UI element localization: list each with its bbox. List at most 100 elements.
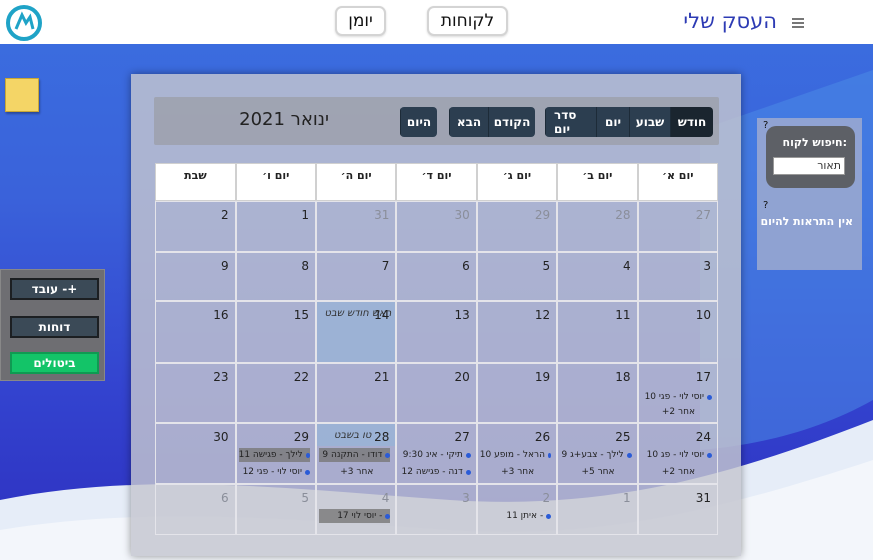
- day-number: 15: [293, 308, 309, 322]
- day-cell[interactable]: 26 10 הראל - מופע +3 אחר: [476, 423, 558, 484]
- day-number: 4: [381, 491, 390, 505]
- view-button-group: סדר יום יום שבוע חודש: [545, 107, 713, 137]
- day-cell[interactable]: 25 9 לילך - צבע+ג +5 אחר: [557, 423, 638, 484]
- event-dot-icon: [706, 452, 712, 458]
- event-item[interactable]: 9 לילך - צבע+ג: [560, 448, 632, 462]
- event-text: 10 הראל - מופע: [479, 450, 546, 460]
- client-search-input[interactable]: תאור: [773, 157, 845, 175]
- day-cell[interactable]: 20: [396, 363, 477, 423]
- event-item[interactable]: 12 דנה - פגישה: [399, 465, 471, 479]
- day-cell[interactable]: 5: [476, 252, 558, 301]
- day-number: 1: [301, 208, 309, 222]
- day-cell[interactable]: 3: [396, 484, 477, 535]
- event-text: 9 לילך - צבע+ג: [561, 450, 624, 460]
- day-cell[interactable]: 1: [557, 484, 638, 535]
- day-cell[interactable]: ראש חודש שבט 14: [316, 301, 397, 363]
- day-cell[interactable]: 29: [476, 201, 558, 252]
- next-button[interactable]: הבא: [449, 107, 488, 137]
- day-cell[interactable]: 27 9:30 תיקי - אינ 12 דנה - פגישה: [396, 423, 477, 484]
- add-worker-button[interactable]: עובד -+: [10, 278, 99, 300]
- day-cell[interactable]: 23: [155, 363, 236, 423]
- event-item[interactable]: 9 דודו - התקנה: [319, 448, 391, 462]
- event-text: 17 יוסי לוי -: [337, 511, 383, 521]
- weekday-header: יום ה׳: [316, 163, 397, 201]
- day-number: 24: [695, 430, 711, 444]
- day-cell[interactable]: 7: [316, 252, 397, 301]
- event-dot-icon: [548, 452, 552, 458]
- day-cell[interactable]: 21: [316, 363, 397, 423]
- day-cell[interactable]: 13: [396, 301, 477, 363]
- weekday-header: יום א׳: [637, 163, 718, 201]
- today-button[interactable]: היום: [400, 107, 437, 137]
- day-cell[interactable]: 11: [557, 301, 638, 363]
- day-cell[interactable]: 9: [155, 252, 236, 301]
- week-view-button[interactable]: שבוע: [629, 107, 670, 137]
- day-cell[interactable]: 4: [557, 252, 638, 301]
- event-dot-icon: [546, 513, 552, 519]
- day-cell[interactable]: 19: [476, 363, 558, 423]
- day-cell[interactable]: 6: [396, 252, 477, 301]
- event-item[interactable]: 12 יוסי לוי - פגי: [239, 465, 310, 479]
- alerts-help-icon[interactable]: ?: [763, 200, 768, 211]
- more-events-link[interactable]: +5 אחר: [581, 467, 614, 477]
- event-item[interactable]: 10 יוסי לוי - פגי: [641, 390, 712, 404]
- day-cell[interactable]: 17 10 יוסי לוי - פגי +2 אחר: [637, 363, 718, 423]
- day-cell[interactable]: 30: [155, 423, 236, 484]
- reports-button[interactable]: דוחות: [10, 316, 99, 338]
- event-dot-icon: [465, 469, 471, 475]
- day-cell[interactable]: 12: [476, 301, 558, 363]
- day-cell[interactable]: 8: [235, 252, 316, 301]
- day-cell[interactable]: 1: [235, 201, 316, 252]
- diary-nav-button[interactable]: יומן: [335, 6, 386, 36]
- day-cell[interactable]: טו בשבט 28 9 דודו - התקנה +3 אחר: [316, 423, 397, 484]
- month-view-button[interactable]: חודש: [670, 107, 713, 137]
- event-item[interactable]: 10 יוסי לוי - פג: [641, 448, 712, 462]
- menu-icon[interactable]: [792, 18, 804, 30]
- day-cell[interactable]: 6: [155, 484, 236, 535]
- day-cell[interactable]: 30: [396, 201, 477, 252]
- prev-button[interactable]: הקודם: [488, 107, 535, 137]
- day-cell[interactable]: 2 11 איתן -: [476, 484, 558, 535]
- clients-nav-button[interactable]: לקוחות: [427, 6, 508, 36]
- agenda-view-button[interactable]: סדר יום: [545, 107, 596, 137]
- event-item[interactable]: 10 הראל - מופע: [479, 448, 552, 462]
- event-item[interactable]: 17 יוסי לוי -: [319, 509, 391, 523]
- brand-title[interactable]: העסק שלי: [683, 9, 777, 33]
- day-number: 28: [374, 430, 390, 444]
- day-cell[interactable]: 4 17 יוסי לוי -: [316, 484, 397, 535]
- day-cell[interactable]: 24 10 יוסי לוי - פג +2 אחר: [637, 423, 718, 484]
- day-cell[interactable]: 2: [155, 201, 236, 252]
- day-cell[interactable]: 3: [637, 252, 718, 301]
- day-cell[interactable]: 22: [235, 363, 316, 423]
- day-cell[interactable]: 16: [155, 301, 236, 363]
- day-number: 3: [703, 259, 711, 273]
- day-number: 23: [213, 370, 229, 384]
- day-cell[interactable]: 31: [637, 484, 718, 535]
- day-cell[interactable]: 28: [557, 201, 638, 252]
- day-cell[interactable]: 31: [316, 201, 397, 252]
- day-number: 11: [615, 308, 631, 322]
- day-cell[interactable]: 10: [637, 301, 718, 363]
- more-events-link[interactable]: +3 אחר: [501, 467, 534, 477]
- day-cell[interactable]: 18: [557, 363, 638, 423]
- day-cell[interactable]: 29 11 לילך - פגישה 12 יוסי לוי - פגי: [235, 423, 316, 484]
- sticky-note-icon[interactable]: [5, 78, 39, 112]
- day-cell[interactable]: 15: [235, 301, 316, 363]
- cancellations-button[interactable]: ביטולים: [10, 352, 99, 374]
- holiday-label: טו בשבט: [333, 430, 372, 441]
- day-number: 5: [542, 259, 551, 273]
- day-cell[interactable]: 5: [235, 484, 316, 535]
- event-item[interactable]: 9:30 תיקי - אינ: [399, 448, 471, 462]
- day-number: 13: [454, 308, 470, 322]
- more-events-link[interactable]: +3 אחר: [340, 467, 373, 477]
- more-events-link[interactable]: +2 אחר: [662, 467, 695, 477]
- day-cell[interactable]: 27: [637, 201, 718, 252]
- event-item[interactable]: 11 איתן -: [480, 509, 552, 523]
- event-item[interactable]: 11 לילך - פגישה: [238, 448, 310, 462]
- day-view-button[interactable]: יום: [596, 107, 629, 137]
- logo-icon[interactable]: [6, 5, 42, 41]
- weekday-header: שבת: [155, 163, 236, 201]
- event-text: 9 דודו - התקנה: [322, 450, 383, 460]
- more-events-link[interactable]: +2 אחר: [662, 407, 695, 417]
- event-text: 10 יוסי לוי - פגי: [644, 392, 704, 402]
